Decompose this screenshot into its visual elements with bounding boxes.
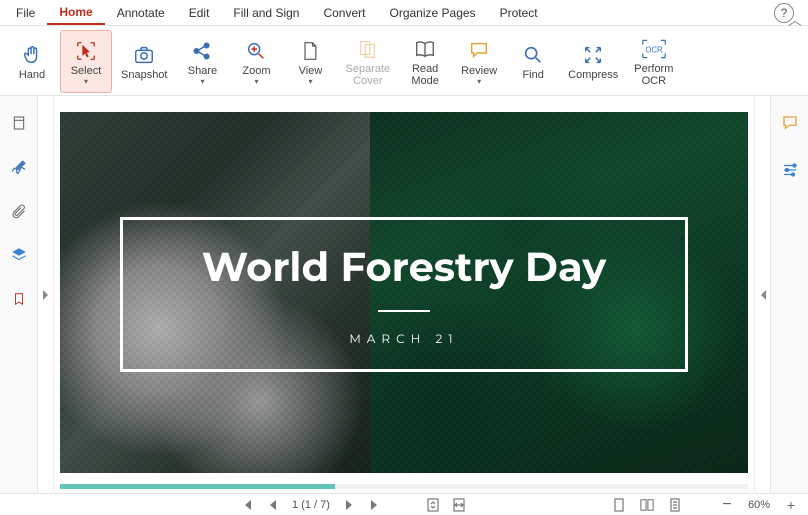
expand-right-panel[interactable]	[754, 96, 770, 493]
layers-panel-icon[interactable]	[10, 246, 28, 264]
hand-icon	[21, 43, 43, 67]
menu-organize-pages[interactable]: Organize Pages	[378, 2, 488, 24]
pages-stack-icon	[357, 37, 379, 61]
menu-home[interactable]: Home	[47, 1, 104, 25]
svg-text:OCR: OCR	[645, 45, 663, 54]
find-label: Find	[522, 69, 543, 81]
compress-icon	[582, 43, 604, 67]
attachments-panel-icon[interactable]	[10, 202, 28, 220]
compress-label: Compress	[568, 69, 618, 81]
status-bar: 1 (1 / 7) − 60% +	[0, 493, 808, 515]
chevron-down-icon: ▾	[308, 79, 312, 85]
next-page-button[interactable]	[342, 498, 356, 512]
page-icon	[300, 39, 320, 63]
main-area: World Forestry Day MARCH 21	[0, 96, 808, 493]
compress-tool[interactable]: Compress	[561, 30, 625, 93]
ocr-icon: OCR	[641, 37, 667, 61]
book-icon	[414, 37, 436, 61]
page-canvas: World Forestry Day MARCH 21	[60, 112, 748, 473]
comment-panel-icon[interactable]	[781, 114, 799, 135]
left-panel-rail	[0, 96, 38, 493]
fit-page-button[interactable]	[426, 498, 440, 512]
select-label: Select	[71, 65, 102, 77]
perform-ocr-tool[interactable]: OCR Perform OCR	[627, 30, 680, 93]
read-mode-tool[interactable]: Read Mode	[399, 30, 451, 93]
single-page-view-button[interactable]	[612, 498, 626, 512]
select-tool[interactable]: Select ▾	[60, 30, 112, 93]
snapshot-tool[interactable]: Snapshot	[114, 30, 174, 93]
view-tool[interactable]: View ▾	[284, 30, 336, 93]
zoom-out-button[interactable]: −	[720, 498, 734, 512]
page-indicator[interactable]: 1 (1 / 7)	[292, 499, 330, 511]
zoom-in-button[interactable]: +	[784, 498, 798, 512]
continuous-view-button[interactable]	[668, 498, 682, 512]
zoom-icon	[245, 39, 267, 63]
select-icon	[75, 39, 97, 63]
chevron-down-icon: ▾	[84, 79, 88, 85]
fit-width-button[interactable]	[452, 498, 466, 512]
collapse-ribbon-button[interactable]: ︿	[788, 10, 802, 30]
prev-page-button[interactable]	[266, 498, 280, 512]
title-frame: World Forestry Day MARCH 21	[120, 217, 688, 372]
document-viewer[interactable]: World Forestry Day MARCH 21	[54, 96, 754, 493]
pages-panel-icon[interactable]	[10, 114, 28, 132]
scrollbar-thumb[interactable]	[60, 484, 335, 489]
bookmarks-panel-icon[interactable]	[10, 290, 28, 308]
review-tool[interactable]: Review ▾	[453, 30, 505, 93]
zoom-level[interactable]: 60%	[748, 499, 770, 511]
share-tool[interactable]: Share ▾	[176, 30, 228, 93]
hand-label: Hand	[19, 69, 45, 81]
menu-protect[interactable]: Protect	[488, 2, 550, 24]
snapshot-label: Snapshot	[121, 69, 167, 81]
separate-cover-tool[interactable]: Separate Cover	[338, 30, 397, 93]
separate-cover-label: Separate Cover	[345, 63, 390, 87]
title-divider	[378, 310, 430, 312]
perform-ocr-label: Perform OCR	[634, 63, 673, 87]
search-icon	[522, 43, 544, 67]
document-subtitle: MARCH 21	[349, 332, 458, 347]
document-title: World Forestry Day	[202, 243, 606, 292]
two-page-view-button[interactable]	[640, 498, 654, 512]
chevron-down-icon: ▾	[200, 79, 204, 85]
hand-tool[interactable]: Hand	[6, 30, 58, 93]
expand-left-panel[interactable]	[38, 96, 54, 493]
ribbon-toolbar: Hand Select ▾ Snapshot Share ▾ Zoom ▾ Vi…	[0, 26, 808, 96]
find-tool[interactable]: Find	[507, 30, 559, 93]
menu-bar: File Home Annotate Edit Fill and Sign Co…	[0, 0, 808, 26]
zoom-tool[interactable]: Zoom ▾	[230, 30, 282, 93]
horizontal-scrollbar[interactable]	[60, 484, 748, 489]
camera-icon	[133, 43, 155, 67]
view-label: View	[299, 65, 323, 77]
menu-file[interactable]: File	[4, 2, 47, 24]
chevron-down-icon: ▾	[477, 79, 481, 85]
share-label: Share	[188, 65, 217, 77]
properties-panel-icon[interactable]	[781, 161, 799, 182]
first-page-button[interactable]	[240, 498, 254, 512]
right-panel-rail	[770, 96, 808, 493]
chevron-down-icon: ▾	[254, 79, 258, 85]
last-page-button[interactable]	[368, 498, 382, 512]
menu-annotate[interactable]: Annotate	[105, 2, 177, 24]
menu-convert[interactable]: Convert	[311, 2, 377, 24]
menu-edit[interactable]: Edit	[177, 2, 222, 24]
read-mode-label: Read Mode	[411, 63, 439, 87]
signature-panel-icon[interactable]	[10, 158, 28, 176]
review-icon	[468, 39, 490, 63]
menu-fill-and-sign[interactable]: Fill and Sign	[221, 2, 311, 24]
zoom-label: Zoom	[242, 65, 270, 77]
share-icon	[191, 39, 213, 63]
review-label: Review	[461, 65, 497, 77]
